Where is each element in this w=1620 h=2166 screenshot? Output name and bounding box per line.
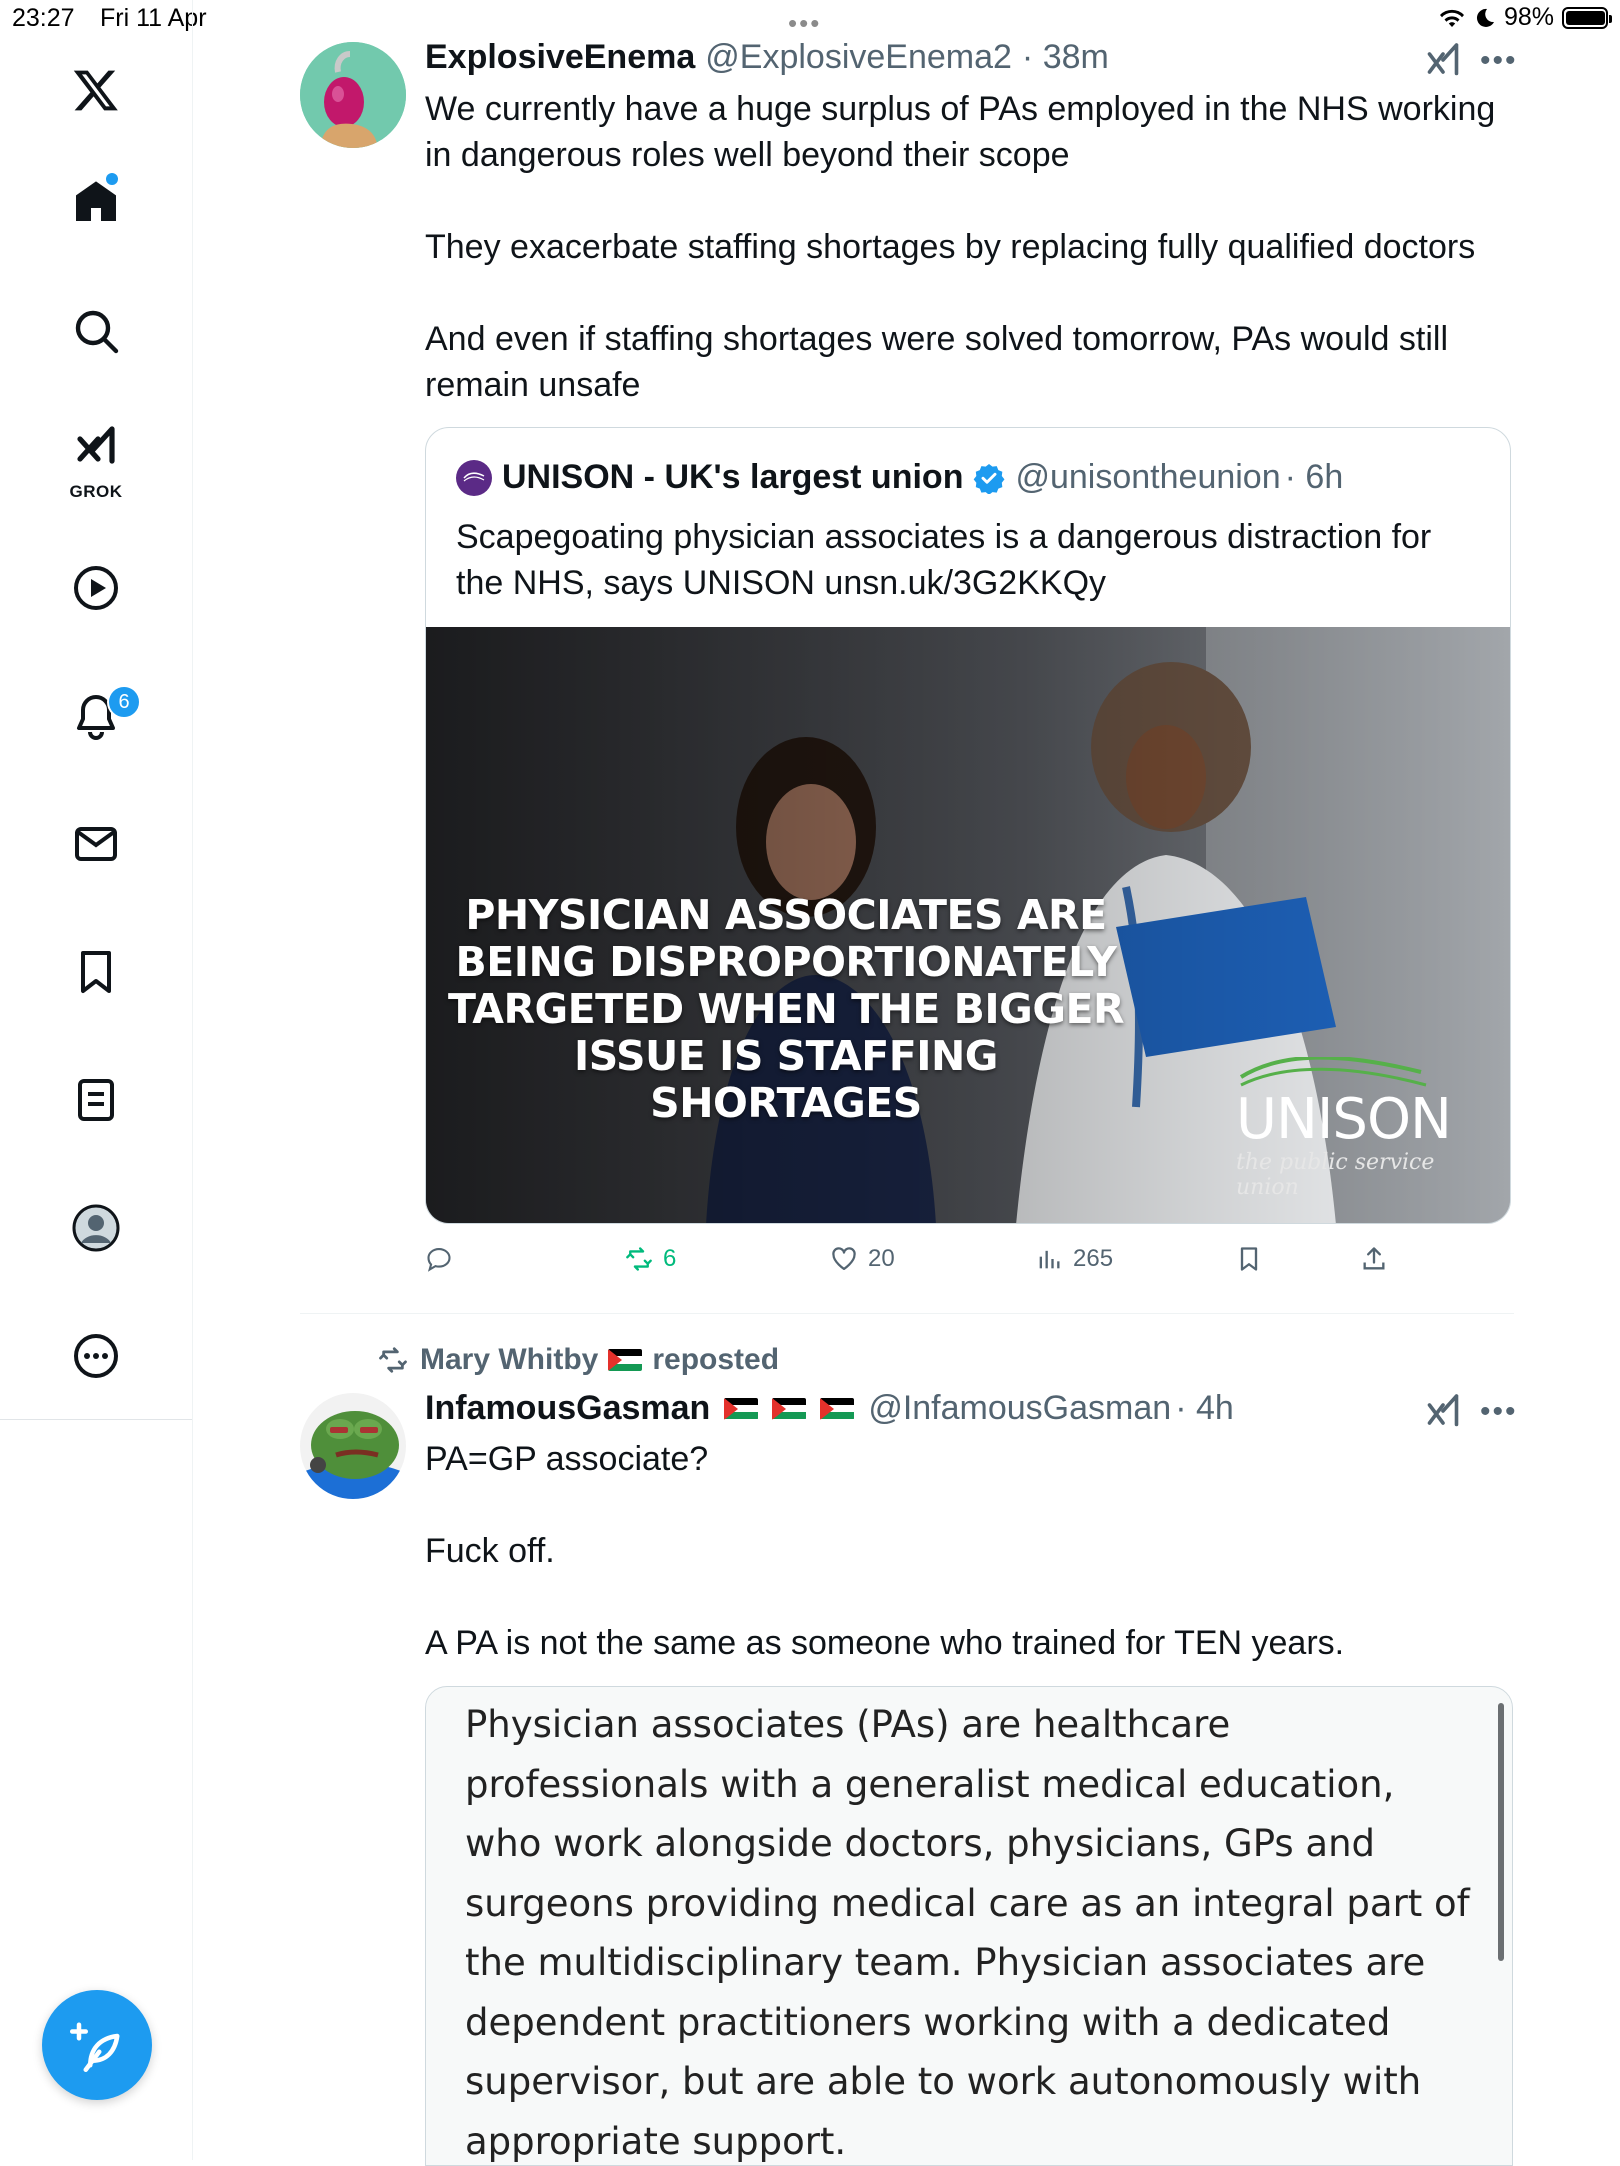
like-button[interactable]: 20 (830, 1245, 895, 1273)
palestine-flag-icon (608, 1349, 643, 1371)
tweet2-grok-icon[interactable] (1425, 1391, 1461, 1436)
tweet2-time[interactable]: · 4h (1175, 1389, 1234, 1428)
reply-button[interactable] (425, 1245, 463, 1273)
battery-icon (1562, 6, 1612, 29)
x-logo-icon[interactable] (50, 50, 142, 130)
unison-tagline: the public service union (1236, 1150, 1435, 1200)
wifi-icon (1439, 9, 1464, 27)
repost-icon (626, 1247, 652, 1271)
bookmark-button[interactable] (1235, 1245, 1263, 1273)
quote-header: UNISON - UK's largest union @unisontheun… (456, 458, 1343, 497)
grok-label: GROK (69, 482, 123, 501)
sidebar-divider (0, 1419, 192, 1420)
tweet1-grok-icon[interactable] (1425, 40, 1461, 85)
tweet2-avatar[interactable] (300, 1393, 406, 1499)
quote-text: Scapegoating physician associates is a d… (456, 518, 1432, 602)
more-icon[interactable] (50, 1316, 142, 1396)
messages-icon[interactable] (50, 804, 142, 884)
tweet2-more-icon[interactable]: ••• (1480, 1395, 1518, 1429)
tweet1-header: ExplosiveEnema @ExplosiveEnema2 · 38m (425, 38, 1109, 77)
palestine-flag-icon (724, 1397, 759, 1420)
palestine-flag-icon (772, 1397, 807, 1420)
compose-post-button[interactable] (42, 1990, 152, 2100)
home-icon[interactable] (50, 162, 142, 242)
share-icon (1363, 1247, 1385, 1270)
moon-icon (1476, 8, 1494, 27)
heart-icon (832, 1247, 856, 1271)
repost-user[interactable]: Mary Whitby (420, 1343, 598, 1377)
multitask-dots-icon[interactable]: ••• (788, 8, 821, 39)
compose-feather-icon (70, 2022, 120, 2072)
tweet1-display-name[interactable]: ExplosiveEnema (425, 38, 695, 77)
quote-image-headline: PHYSICIAN ASSOCIATES ARE BEING DISPROPOR… (447, 891, 1125, 1127)
tweet2-handle[interactable]: @InfamousGasman (868, 1389, 1171, 1428)
tweet1-actions: 6 20 265 (425, 1245, 1515, 1281)
verified-badge-icon (974, 463, 1005, 494)
tweet1-avatar[interactable] (300, 42, 406, 148)
like-count: 20 (868, 1245, 895, 1272)
repost-small-icon (379, 1347, 407, 1373)
video-icon[interactable] (50, 548, 142, 628)
quote-image[interactable]: PHYSICIAN ASSOCIATES ARE BEING DISPROPOR… (426, 627, 1510, 1223)
quote-handle[interactable]: @unisontheunion (1015, 458, 1280, 497)
profile-avatar[interactable] (50, 1188, 142, 1268)
tweet1-more-icon[interactable]: ••• (1480, 44, 1518, 78)
bookmark-icon (1240, 1247, 1258, 1271)
views-icon (1039, 1250, 1060, 1269)
repost-banner[interactable]: Mary Whitby reposted (376, 1343, 779, 1377)
tweet2-header: InfamousGasman @InfamousGasman · 4h (425, 1389, 1234, 1428)
tweet1-handle[interactable]: @ExplosiveEnema2 (705, 38, 1012, 77)
notifications-badge: 6 (107, 685, 141, 719)
views-count: 265 (1073, 1245, 1114, 1272)
palestine-flag-icon (820, 1397, 855, 1420)
tweet2-image-text: Physician associates (PAs) are healthcar… (465, 1703, 1470, 2163)
repost-count: 6 (663, 1245, 677, 1272)
quote-time[interactable]: · 6h (1285, 458, 1344, 497)
status-right: 98% (1438, 3, 1612, 32)
repost-label: reposted (652, 1343, 780, 1376)
tweet2-display-name[interactable]: InfamousGasman (425, 1389, 710, 1428)
grok-icon[interactable]: GROK (50, 418, 142, 501)
tweet1-text: We currently have a huge surplus of PAs … (425, 90, 1496, 404)
battery-percent: 98% (1503, 3, 1554, 31)
quote-avatar[interactable] (456, 459, 492, 496)
quote-display-name[interactable]: UNISON - UK's largest union (502, 458, 963, 497)
tweet2-text: PA=GP associate? Fuck off. A PA is not t… (425, 1440, 1345, 1662)
reply-icon (427, 1248, 451, 1272)
search-icon[interactable] (50, 291, 142, 371)
tweet1-time[interactable]: · 38m (1022, 38, 1109, 77)
share-button[interactable] (1360, 1245, 1388, 1273)
views-button[interactable]: 265 (1035, 1245, 1113, 1273)
repost-button[interactable]: 6 (625, 1245, 676, 1273)
image-scrollbar (1498, 1703, 1504, 1961)
lists-icon[interactable] (50, 1060, 142, 1140)
quote-tweet-card[interactable]: UNISON - UK's largest union @unisontheun… (425, 427, 1511, 1224)
home-unread-dot (106, 173, 118, 185)
bookmarks-icon[interactable] (50, 932, 142, 1012)
tweet-divider (300, 1313, 1514, 1314)
tweet2-image[interactable]: Physician associates (PAs) are healthcar… (425, 1686, 1513, 2166)
unison-logo: UNISON the public service union (1236, 1057, 1496, 1200)
